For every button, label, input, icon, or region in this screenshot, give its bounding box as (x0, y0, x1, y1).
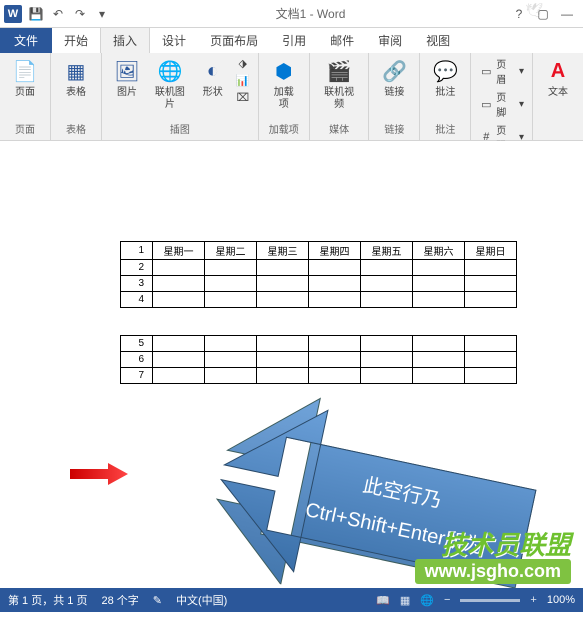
addin-icon: ⬢ (270, 57, 298, 85)
table-cell[interactable]: 7 (121, 368, 153, 384)
group-tables: ▦ 表格 表格 (51, 53, 102, 140)
video-icon: 🎬 (325, 57, 353, 85)
document-area[interactable]: 1 星期一 星期二 星期三 星期四 星期五 星期六 星期日 2 3 4 5 6 … (0, 141, 583, 588)
chart-icon: 📊 (236, 73, 250, 87)
view-web-icon[interactable]: 🌐 (420, 594, 434, 607)
table-cell[interactable]: 星期二 (205, 242, 257, 260)
group-header-footer: ▭页眉▾ ▭页脚▾ #页码▾ 页眉和页脚 (471, 53, 533, 140)
header-icon: ▭ (479, 64, 493, 78)
link-button[interactable]: 🔗 链接 (375, 55, 413, 101)
table-cell[interactable]: 5 (121, 336, 153, 352)
group-text: A 文本 (533, 53, 583, 140)
table-cell[interactable]: 星期日 (465, 242, 517, 260)
online-picture-icon: 🌐 (156, 57, 184, 85)
group-addin: ⬢ 加载 项 加载项 (259, 53, 310, 140)
group-media: 🎬 联机视频 媒体 (310, 53, 370, 140)
schedule-table-top[interactable]: 1 星期一 星期二 星期三 星期四 星期五 星期六 星期日 2 3 4 (120, 241, 517, 308)
table-cell[interactable]: 1 (121, 242, 153, 260)
table-cell[interactable]: 星期五 (361, 242, 413, 260)
table-cell[interactable]: 2 (121, 260, 153, 276)
table-cell[interactable]: 6 (121, 352, 153, 368)
picture-icon: 🖼 (113, 57, 141, 85)
tab-design[interactable]: 设计 (150, 28, 198, 53)
tab-home[interactable]: 开始 (52, 28, 100, 53)
status-proof-icon[interactable]: ✎ (153, 594, 162, 607)
quick-access-toolbar: 💾 ↶ ↷ ▾ (28, 6, 110, 22)
tab-insert[interactable]: 插入 (100, 27, 150, 53)
tab-layout[interactable]: 页面布局 (198, 28, 270, 53)
comment-button[interactable]: 💬 批注 (426, 55, 464, 101)
shapes-button[interactable]: ◐ 形状 (194, 55, 232, 101)
screenshot-button[interactable]: ⌧ (234, 89, 252, 105)
watermark-url: www.jsgho.com (415, 559, 571, 584)
zoom-level[interactable]: 100% (547, 594, 575, 606)
group-pages: 📄 页面 页面 (0, 53, 51, 140)
table-header-row: 1 星期一 星期二 星期三 星期四 星期五 星期六 星期日 (121, 242, 517, 260)
table-cell[interactable]: 星期四 (309, 242, 361, 260)
screenshot-icon: ⌧ (236, 90, 250, 104)
online-video-button[interactable]: 🎬 联机视频 (316, 55, 363, 113)
link-icon: 🔗 (380, 57, 408, 85)
footer-icon: ▭ (479, 97, 493, 111)
red-arrow-annotation (70, 461, 130, 487)
zoom-in-icon[interactable]: + (530, 594, 536, 606)
table-cell[interactable]: 3 (121, 276, 153, 292)
table-cell[interactable]: 星期三 (257, 242, 309, 260)
page: 1 星期一 星期二 星期三 星期四 星期五 星期六 星期日 2 3 4 5 6 … (30, 151, 573, 578)
table-icon: ▦ (62, 57, 90, 85)
footer-button[interactable]: ▭页脚▾ (477, 88, 526, 120)
table-cell[interactable]: 4 (121, 292, 153, 308)
watermark-text: 技术员联盟 (441, 525, 571, 562)
picture-button[interactable]: 🖼 图片 (108, 55, 146, 101)
page-icon: 📄 (11, 57, 39, 85)
ribbon: 📄 页面 页面 ▦ 表格 表格 🖼 图片 🌐 联机图片 ◐ (0, 53, 583, 141)
schedule-table-bottom[interactable]: 5 6 7 (120, 335, 517, 384)
tab-file[interactable]: 文件 (0, 28, 52, 53)
minimize-icon[interactable]: — (559, 6, 575, 22)
redo-icon[interactable]: ↷ (72, 6, 88, 22)
comment-icon: 💬 (431, 57, 459, 85)
zoom-out-icon[interactable]: − (444, 594, 450, 606)
save-icon[interactable]: 💾 (28, 6, 44, 22)
tab-mail[interactable]: 邮件 (318, 28, 366, 53)
chart-button[interactable]: 📊 (234, 72, 252, 88)
decorative-bird: 🕊 (525, 2, 543, 19)
header-button[interactable]: ▭页眉▾ (477, 55, 526, 87)
addin-button[interactable]: ⬢ 加载 项 (265, 55, 303, 113)
status-page[interactable]: 第 1 页，共 1 页 (8, 592, 87, 608)
view-read-icon[interactable]: 📖 (376, 594, 390, 607)
tab-review[interactable]: 审阅 (366, 28, 414, 53)
text-icon: A (544, 57, 572, 85)
table-cell[interactable]: 星期一 (153, 242, 205, 260)
table-cell[interactable]: 星期六 (413, 242, 465, 260)
smartart-icon: ⬗ (236, 56, 250, 70)
online-picture-button[interactable]: 🌐 联机图片 (148, 55, 192, 113)
group-illustrations: 🖼 图片 🌐 联机图片 ◐ 形状 ⬗ 📊 ⌧ 插图 (102, 53, 259, 140)
pages-button[interactable]: 📄 页面 (6, 55, 44, 101)
text-button[interactable]: A 文本 (539, 55, 577, 101)
word-app-icon: W (4, 5, 22, 23)
table-button[interactable]: ▦ 表格 (57, 55, 95, 101)
status-language[interactable]: 中文(中国) (176, 592, 227, 608)
qat-customize-icon[interactable]: ▾ (94, 6, 110, 22)
chevron-down-icon: ▾ (519, 99, 524, 110)
undo-icon[interactable]: ↶ (50, 6, 66, 22)
ribbon-tabs: 文件 开始 插入 设计 页面布局 引用 邮件 审阅 视图 (0, 28, 583, 53)
document-title: 文档1 - Word (110, 5, 511, 22)
status-words[interactable]: 28 个字 (101, 592, 138, 608)
titlebar: W 💾 ↶ ↷ ▾ 🕊 文档1 - Word ? ▢ — (0, 0, 583, 28)
view-print-icon[interactable]: ▦ (400, 594, 410, 607)
smartart-button[interactable]: ⬗ (234, 55, 252, 71)
shapes-icon: ◐ (199, 57, 227, 85)
zoom-slider[interactable] (460, 599, 520, 602)
tab-view[interactable]: 视图 (414, 28, 462, 53)
group-links: 🔗 链接 链接 (369, 53, 420, 140)
tab-references[interactable]: 引用 (270, 28, 318, 53)
chevron-down-icon: ▾ (519, 66, 524, 77)
statusbar: 第 1 页，共 1 页 28 个字 ✎ 中文(中国) 📖 ▦ 🌐 − + 100… (0, 588, 583, 612)
group-comment: 💬 批注 批注 (420, 53, 471, 140)
